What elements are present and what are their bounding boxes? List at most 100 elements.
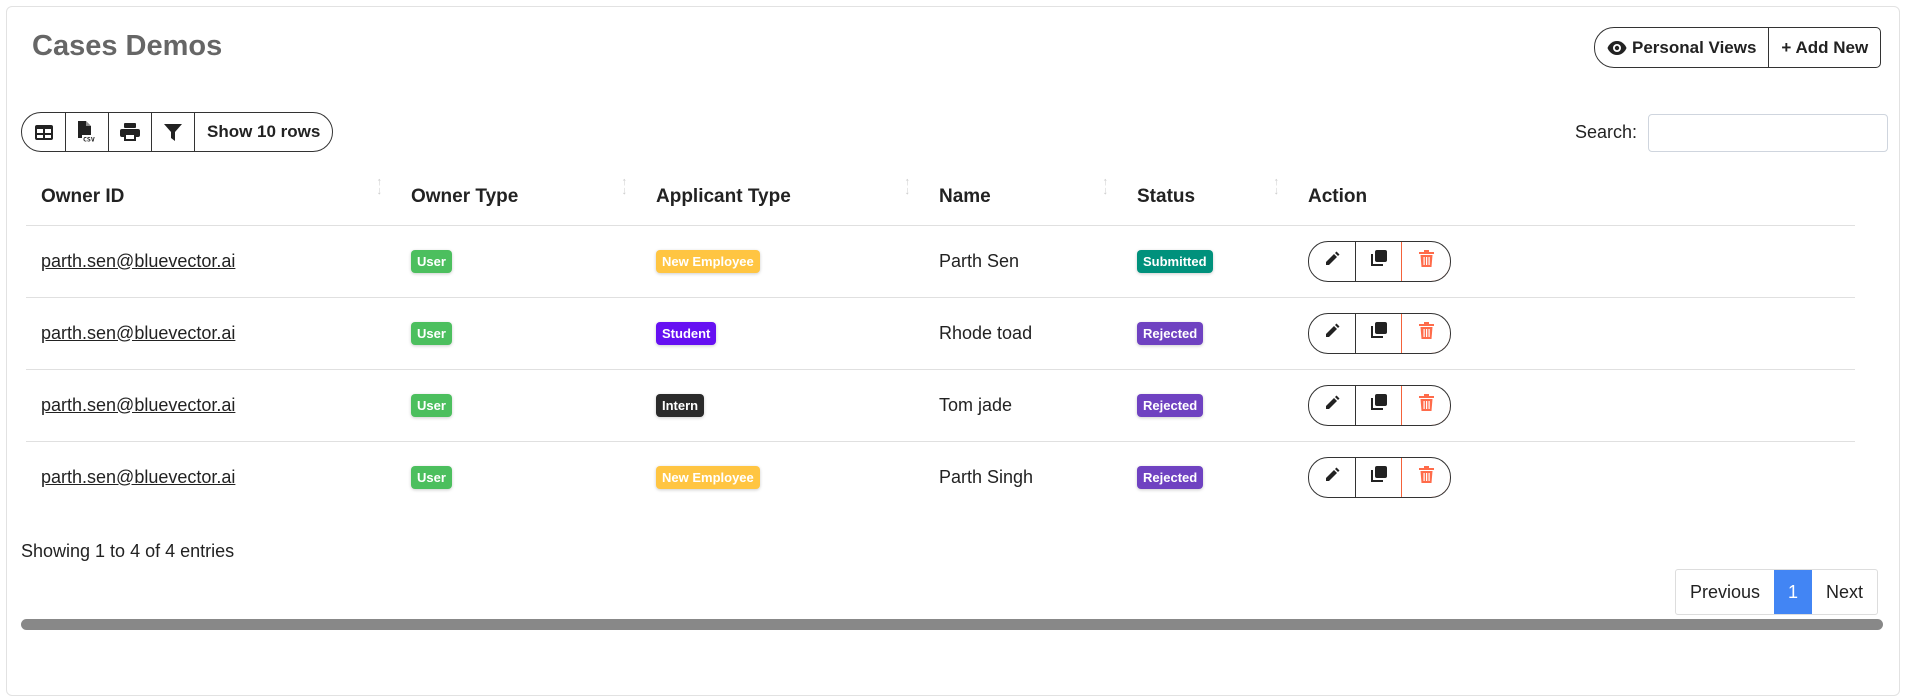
column-header-label: Name [939,186,991,208]
name-cell: Parth Singh [939,466,1034,487]
export-csv-button[interactable]: CSV [65,113,108,151]
sort-icon[interactable]: ↑ ↓ [905,177,911,197]
status-cell: Rejected [1122,297,1293,370]
svg-text:CSV: CSV [83,136,95,144]
table-body: parth.sen@bluevector.ai User New Employe… [26,225,1855,513]
column-header-label: Status [1137,186,1196,208]
table-header-row: Owner ID ↑ ↓ Owner Type ↑ ↓ Applicant Type ↑ ↓ Na… [26,170,1855,226]
owner-id-cell: parth.sen@bluevector.ai [26,369,396,442]
column-header-label: Action [1308,186,1368,208]
owner-id-link[interactable]: parth.sen@bluevector.ai [41,467,235,487]
add-new-button[interactable]: + Add New [1768,28,1880,67]
previous-page-button[interactable]: Previous [1676,570,1774,614]
header-actions: Personal Views + Add New [1594,27,1882,68]
duplicate-button[interactable] [1355,457,1401,497]
next-page-button[interactable]: Next [1812,570,1877,614]
table-toolbar: CSV Show 10 rows [21,112,334,152]
owner-type-badge: User [411,465,452,489]
show-rows-button[interactable]: Show 10 rows [194,113,332,151]
table-row: parth.sen@bluevector.ai User Student Rho… [26,297,1855,370]
duplicate-button[interactable] [1355,241,1401,281]
pencil-icon [1324,395,1340,416]
duplicate-button[interactable] [1355,385,1401,425]
pagination: Previous 1 Next [1675,569,1879,615]
status-badge: Rejected [1137,465,1204,489]
edit-button[interactable] [1309,386,1355,425]
column-header-name[interactable]: Name ↑ ↓ [924,170,1122,226]
applicant-type-badge: New Employee [656,465,760,489]
delete-button[interactable] [1401,385,1450,425]
action-cell [1293,369,1855,442]
table-row: parth.sen@bluevector.ai User New Employe… [26,225,1855,298]
edit-button[interactable] [1309,314,1355,353]
delete-button[interactable] [1401,313,1450,353]
sort-icon[interactable]: ↑ ↓ [622,177,628,197]
status-badge: Rejected [1137,321,1204,345]
action-cell [1293,225,1855,298]
owner-type-cell: User [396,441,641,513]
sort-icon[interactable]: ↑ ↓ [1274,177,1280,197]
owner-type-badge: User [411,321,452,345]
owner-type-cell: User [396,369,641,442]
delete-button[interactable] [1401,241,1450,281]
column-header-label: Applicant Type [656,186,791,208]
filter-icon [164,123,182,141]
edit-button[interactable] [1309,242,1355,281]
row-actions [1308,384,1451,426]
column-visibility-button[interactable] [22,113,65,151]
copy-icon [1370,466,1387,488]
duplicate-button[interactable] [1355,313,1401,353]
page-title: Cases Demos [32,30,223,62]
row-actions [1308,240,1451,282]
personal-views-label: Personal Views [1632,37,1757,57]
owner-id-link[interactable]: parth.sen@bluevector.ai [41,395,235,415]
name-cell: Parth Sen [924,225,1122,298]
filter-button[interactable] [151,113,194,151]
owner-type-badge: User [411,393,452,417]
search-input[interactable] [1648,114,1888,152]
edit-button[interactable] [1309,458,1355,497]
page-1-button[interactable]: 1 [1774,570,1813,614]
name-cell: Tom jade [924,369,1122,442]
status-badge: Submitted [1137,249,1213,273]
csv-icon: CSV [78,121,97,144]
sort-icon[interactable]: ↑ ↓ [377,177,383,197]
applicant-type-cell: New Employee [641,225,924,298]
print-icon [120,123,140,141]
pencil-icon [1324,467,1340,488]
column-header-status[interactable]: Status ↑ ↓ [1122,170,1293,226]
owner-id-cell: parth.sen@bluevector.ai [26,297,396,370]
name-cell: Rhode toad [924,297,1122,370]
applicant-type-cell: New Employee [641,441,924,513]
owner-id-cell: parth.sen@bluevector.ai [26,225,396,298]
delete-button[interactable] [1401,457,1450,497]
horizontal-scrollbar[interactable] [21,619,1883,630]
status-cell: Rejected [1122,369,1293,442]
owner-id-link[interactable]: parth.sen@bluevector.ai [41,251,235,271]
copy-icon [1370,394,1387,416]
add-new-label: + Add New [1781,37,1869,57]
owner-id-link[interactable]: parth.sen@bluevector.ai [41,323,235,343]
table-icon [34,124,53,140]
table-info: Showing 1 to 4 of 4 entries [21,541,235,561]
applicant-type-badge: Intern [656,393,705,417]
table-row: parth.sen@bluevector.ai User New Employe… [26,441,1855,513]
pencil-icon [1324,323,1340,344]
column-header-applicant-type[interactable]: Applicant Type ↑ ↓ [641,170,924,226]
copy-icon [1370,250,1387,272]
action-cell [1293,297,1855,370]
action-cell [1293,441,1855,513]
column-header-owner-id[interactable]: Owner ID ↑ ↓ [26,170,396,226]
owner-type-cell: User [396,225,641,298]
eye-icon [1607,40,1627,55]
personal-views-button[interactable]: Personal Views [1595,28,1768,67]
applicant-type-cell: Intern [641,369,924,442]
trash-icon [1418,394,1434,416]
cases-table: Owner ID ↑ ↓ Owner Type ↑ ↓ Applicant Type ↑ ↓ Na… [26,170,1855,513]
owner-id-cell: parth.sen@bluevector.ai [26,441,396,513]
row-actions [1308,456,1451,498]
column-header-owner-type[interactable]: Owner Type ↑ ↓ [396,170,641,226]
print-button[interactable] [108,113,151,151]
trash-icon [1418,250,1434,272]
sort-icon[interactable]: ↑ ↓ [1103,177,1109,197]
